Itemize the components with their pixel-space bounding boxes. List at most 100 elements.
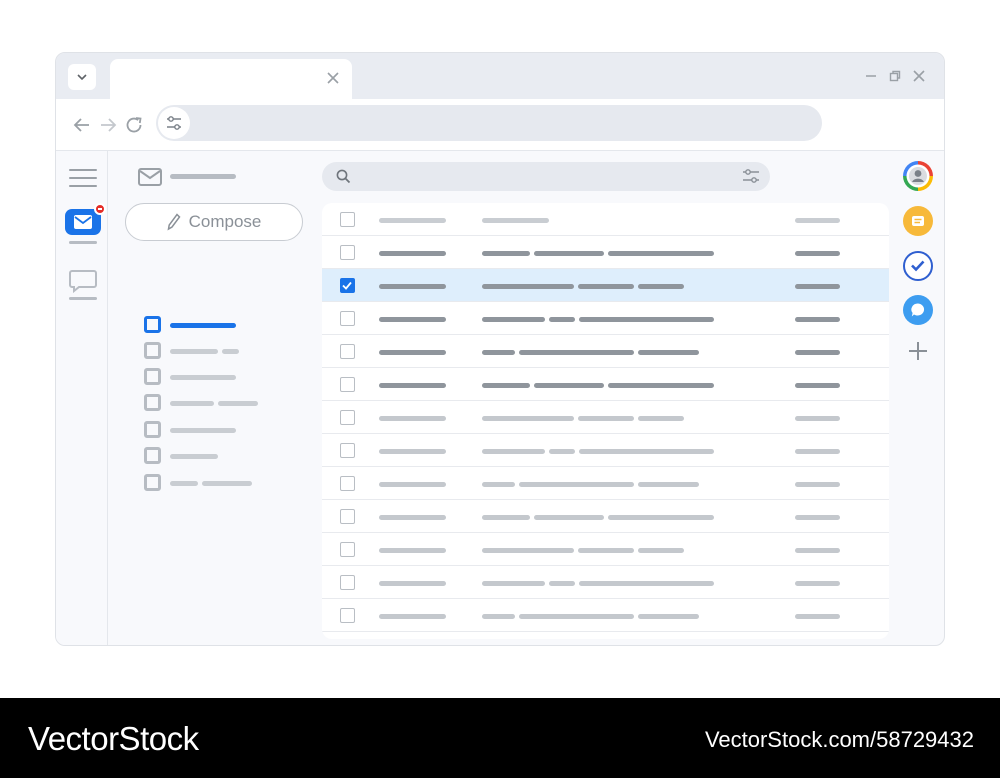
search-icon <box>336 169 351 184</box>
subject-placeholder <box>638 350 699 355</box>
restore-icon[interactable] <box>888 69 902 83</box>
row-checkbox[interactable] <box>340 443 355 458</box>
subject-placeholder <box>578 548 634 553</box>
tasks-icon[interactable] <box>903 251 933 281</box>
row-checkbox[interactable] <box>340 344 355 359</box>
row-checkbox[interactable] <box>340 542 355 557</box>
app-rail <box>56 151 108 645</box>
sidebar-item-icon <box>144 474 161 491</box>
arrow-left-icon[interactable] <box>72 115 92 135</box>
sender-placeholder <box>379 416 446 421</box>
date-placeholder <box>795 284 840 289</box>
minimize-icon[interactable] <box>864 69 878 83</box>
tune-icon[interactable] <box>742 168 760 184</box>
date-placeholder <box>795 449 840 454</box>
close-icon[interactable] <box>326 71 340 85</box>
account-icon[interactable] <box>903 161 933 191</box>
subject-placeholder <box>534 383 604 388</box>
sender-placeholder <box>379 218 446 223</box>
table-row[interactable] <box>322 368 889 401</box>
table-row[interactable] <box>322 335 889 368</box>
date-placeholder <box>795 251 840 256</box>
sidebar-item-label-bar <box>218 401 258 406</box>
site-settings-button[interactable] <box>158 107 190 139</box>
sidebar-item-label-bar <box>170 454 218 459</box>
sidebar-item-label-bar <box>170 323 236 328</box>
browser-toolbar <box>56 99 944 151</box>
table-row[interactable] <box>322 599 889 632</box>
subject-placeholder <box>638 416 684 421</box>
subject-placeholder <box>638 482 699 487</box>
subject-placeholder <box>549 581 575 586</box>
sidebar-item-label-bar <box>222 349 239 354</box>
subject-placeholder <box>638 548 684 553</box>
row-checkbox[interactable] <box>340 476 355 491</box>
search-input[interactable] <box>322 162 770 191</box>
message-list <box>322 203 889 639</box>
table-row[interactable] <box>322 434 889 467</box>
row-checkbox[interactable] <box>340 278 355 293</box>
row-checkbox[interactable] <box>340 410 355 425</box>
browser-tab[interactable] <box>110 59 352 103</box>
browser-window: Compose <box>55 52 945 646</box>
row-checkbox[interactable] <box>340 509 355 524</box>
watermark-logo: VectorStock <box>28 720 199 757</box>
hamburger-icon[interactable] <box>69 169 97 189</box>
table-row[interactable] <box>322 467 889 500</box>
sidebar-item-icon <box>144 316 161 333</box>
sender-placeholder <box>379 350 446 355</box>
table-row[interactable] <box>322 236 889 269</box>
sender-placeholder <box>379 581 446 586</box>
subject-placeholder <box>482 317 545 322</box>
sidebar-item-icon <box>144 447 161 464</box>
table-row[interactable] <box>322 302 889 335</box>
tab-search-button[interactable] <box>68 64 96 90</box>
close-window-icon[interactable] <box>912 69 926 83</box>
row-checkbox[interactable] <box>340 245 355 260</box>
subject-placeholder <box>579 317 714 322</box>
subject-placeholder <box>534 515 604 520</box>
table-row[interactable] <box>322 203 889 236</box>
sidebar-item-icon <box>144 342 161 359</box>
chat-icon[interactable] <box>69 269 97 294</box>
row-checkbox[interactable] <box>340 311 355 326</box>
mail-icon <box>138 168 162 186</box>
sidebar-item-label-bar <box>170 375 236 380</box>
row-checkbox[interactable] <box>340 608 355 623</box>
table-row[interactable] <box>322 269 889 302</box>
address-bar[interactable] <box>156 105 822 141</box>
date-placeholder <box>795 482 840 487</box>
tab-strip <box>56 53 944 103</box>
plus-icon[interactable] <box>903 336 933 366</box>
subject-placeholder <box>482 614 515 619</box>
subject-placeholder <box>482 449 545 454</box>
app-title-placeholder <box>170 174 236 179</box>
subject-placeholder <box>608 383 714 388</box>
subject-placeholder <box>519 482 634 487</box>
subject-placeholder <box>579 449 714 454</box>
row-checkbox[interactable] <box>340 575 355 590</box>
table-row[interactable] <box>322 566 889 599</box>
date-placeholder <box>795 515 840 520</box>
reload-icon[interactable] <box>124 115 144 135</box>
sender-placeholder <box>379 449 446 454</box>
sidebar-item-icon <box>144 421 161 438</box>
sender-placeholder <box>379 383 446 388</box>
table-row[interactable] <box>322 500 889 533</box>
table-row[interactable] <box>322 401 889 434</box>
compose-button[interactable]: Compose <box>125 203 303 241</box>
keep-icon[interactable] <box>903 206 933 236</box>
sidebar-item-icon <box>144 394 161 411</box>
chevron-down-icon <box>77 74 87 81</box>
subject-placeholder <box>638 284 684 289</box>
sender-placeholder <box>379 251 446 256</box>
sender-placeholder <box>379 515 446 520</box>
watermark-url: VectorStock.com/58729432 <box>704 727 974 752</box>
date-placeholder <box>795 383 840 388</box>
subject-placeholder <box>578 416 634 421</box>
message-icon[interactable] <box>903 295 933 325</box>
row-checkbox[interactable] <box>340 377 355 392</box>
table-row[interactable] <box>322 533 889 566</box>
row-checkbox[interactable] <box>340 212 355 227</box>
arrow-right-icon[interactable] <box>98 115 118 135</box>
